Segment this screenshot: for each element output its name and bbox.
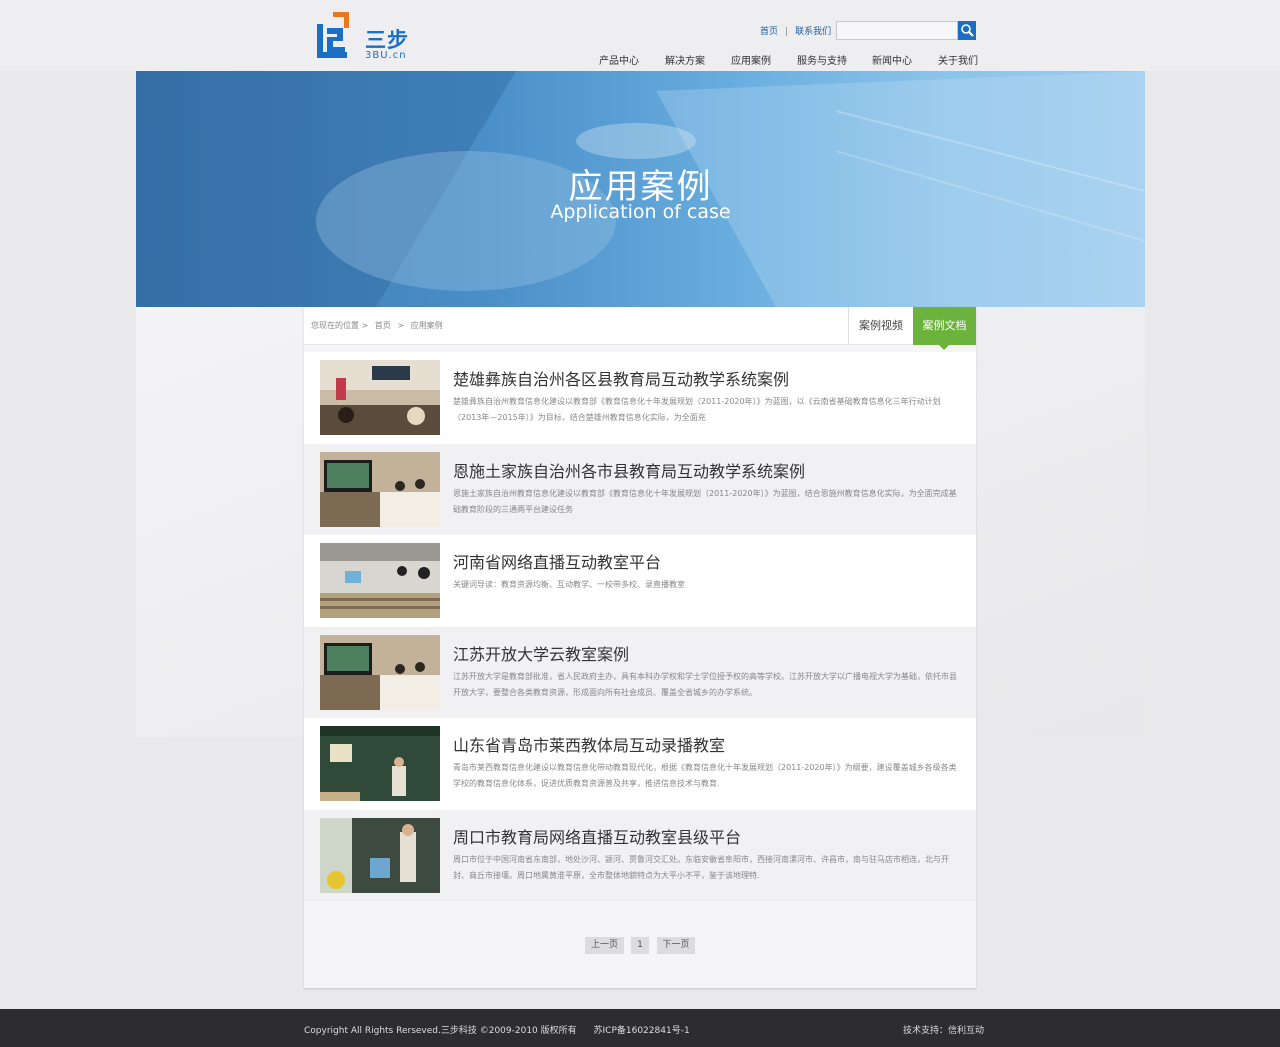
- tab-case-video[interactable]: 案例视频: [848, 307, 913, 345]
- breadcrumb-separator: >: [397, 321, 405, 330]
- banner-subtitle: Application of case: [550, 201, 731, 223]
- case-thumbnail[interactable]: [320, 543, 440, 618]
- tab-active-arrow: [939, 345, 949, 350]
- copyright-text: Copyright All Rights Rerseved.三步科技 ©2009…: [304, 1026, 577, 1036]
- case-list: 楚雄彝族自治州各区县教育局互动教学系统案例 楚雄彝族自治州教育信息化建设以教育部…: [304, 352, 976, 901]
- case-description: 江苏开放大学是教育部批准，省人民政府主办，具有本科办学权和学士学位授予权的高等学…: [453, 671, 957, 697]
- home-link[interactable]: 首页: [760, 27, 778, 37]
- case-item[interactable]: 河南省网络直播互动教室平台 关键词导读：教育资源均衡、互动教学、一校带多校、录直…: [304, 535, 976, 627]
- nav-cases[interactable]: 应用案例: [731, 52, 771, 67]
- search-box: [836, 21, 976, 40]
- case-panel: 您现在的位置 > 首页 > 应用案例 案例视频 案例文档 楚雄彝族自治州各区县教…: [304, 307, 976, 988]
- case-item[interactable]: 周口市教育局网络直播互动教室县级平台 周口市位于中国河南省东南部，地处沙河、颍河…: [304, 809, 976, 901]
- site-header: 三步 3BU.cn 首页 | 联系我们 产品中心 解决方案 应用案例 服务与支持 新…: [0, 0, 1280, 71]
- case-title[interactable]: 恩施土家族自治州各市县教育局互动教学系统案例: [453, 458, 805, 482]
- prev-page-button[interactable]: 上一页: [585, 937, 624, 954]
- main-nav: 产品中心 解决方案 应用案例 服务与支持 新闻中心 关于我们: [585, 52, 985, 67]
- breadcrumb-label: 您现在的位置 >: [311, 321, 369, 330]
- search-input[interactable]: [836, 21, 958, 40]
- case-title[interactable]: 楚雄彝族自治州各区县教育局互动教学系统案例: [453, 366, 789, 390]
- pagination: 上一页 1 下一页: [304, 937, 976, 955]
- brand-domain: 3BU.cn: [365, 50, 407, 61]
- breadcrumb-home[interactable]: 首页: [375, 321, 391, 330]
- case-description: 关键词导读：教育资源均衡、互动教学、一校带多校、录直播教室: [453, 580, 685, 589]
- page-number-button[interactable]: 1: [631, 937, 649, 954]
- case-item[interactable]: 山东省青岛市莱西教体局互动录播教室 青岛市莱西教育信息化建设以教育信息化带动教育…: [304, 718, 976, 810]
- breadcrumb-current[interactable]: 应用案例: [411, 321, 443, 330]
- brand-logo[interactable]: 三步 3BU.cn: [315, 10, 415, 62]
- case-title[interactable]: 山东省青岛市莱西教体局互动录播教室: [453, 732, 725, 756]
- nav-service-support[interactable]: 服务与支持: [797, 52, 847, 67]
- link-separator: |: [785, 27, 789, 37]
- hero-banner: 应用案例 Application of case: [136, 71, 1145, 307]
- nav-news[interactable]: 新闻中心: [872, 52, 912, 67]
- breadcrumb: 您现在的位置 > 首页 > 应用案例: [311, 320, 447, 331]
- nav-products[interactable]: 产品中心: [599, 52, 639, 67]
- nav-about[interactable]: 关于我们: [938, 52, 978, 67]
- tech-support[interactable]: 技术支持：信利互动: [903, 1023, 984, 1036]
- logo-icon: [317, 12, 349, 58]
- case-thumbnail[interactable]: [320, 634, 440, 710]
- case-thumbnail[interactable]: [320, 360, 440, 435]
- breadcrumb-bar: 您现在的位置 > 首页 > 应用案例 案例视频 案例文档: [304, 307, 976, 350]
- case-title[interactable]: 周口市教育局网络直播互动教室县级平台: [453, 824, 741, 848]
- tab-case-doc-label: 案例文档: [922, 319, 967, 332]
- next-page-button[interactable]: 下一页: [657, 937, 695, 954]
- top-links: 首页 | 联系我们: [760, 24, 831, 37]
- case-item[interactable]: 江苏开放大学云教室案例 江苏开放大学是教育部批准，省人民政府主办，具有本科办学权…: [304, 626, 976, 718]
- case-description: 恩施土家族自治州教育信息化建设以教育部《教育信息化十年发展规划（2011-202…: [453, 488, 957, 514]
- case-thumbnail[interactable]: [320, 726, 440, 801]
- footer-copyright: Copyright All Rights Rerseved.三步科技 ©2009…: [304, 1023, 704, 1036]
- case-title[interactable]: 江苏开放大学云教室案例: [453, 641, 629, 665]
- search-icon: [961, 24, 974, 37]
- tab-case-doc[interactable]: 案例文档: [913, 307, 976, 350]
- case-thumbnail[interactable]: [320, 451, 440, 527]
- contact-link[interactable]: 联系我们: [795, 27, 831, 37]
- icp-number[interactable]: 苏ICP备16022841号-1: [594, 1026, 690, 1036]
- nav-solutions[interactable]: 解决方案: [665, 52, 705, 67]
- case-item[interactable]: 楚雄彝族自治州各区县教育局互动教学系统案例 楚雄彝族自治州教育信息化建设以教育部…: [304, 352, 976, 444]
- case-description: 周口市位于中国河南省东南部，地处沙河、颍河、贾鲁河交汇处。东临安徽省阜阳市，西接…: [453, 854, 949, 880]
- site-footer: Copyright All Rights Rerseved.三步科技 ©2009…: [0, 1009, 1280, 1047]
- case-description: 楚雄彝族自治州教育信息化建设以教育部《教育信息化十年发展规划（2011-2020…: [453, 397, 941, 422]
- search-button[interactable]: [958, 21, 976, 40]
- case-title[interactable]: 河南省网络直播互动教室平台: [453, 549, 661, 573]
- case-thumbnail[interactable]: [320, 817, 440, 893]
- case-description: 青岛市莱西教育信息化建设以教育信息化带动教育现代化，根据《教育信息化十年发展规划…: [453, 763, 957, 788]
- case-item[interactable]: 恩施土家族自治州各市县教育局互动教学系统案例 恩施土家族自治州教育信息化建设以教…: [304, 443, 976, 535]
